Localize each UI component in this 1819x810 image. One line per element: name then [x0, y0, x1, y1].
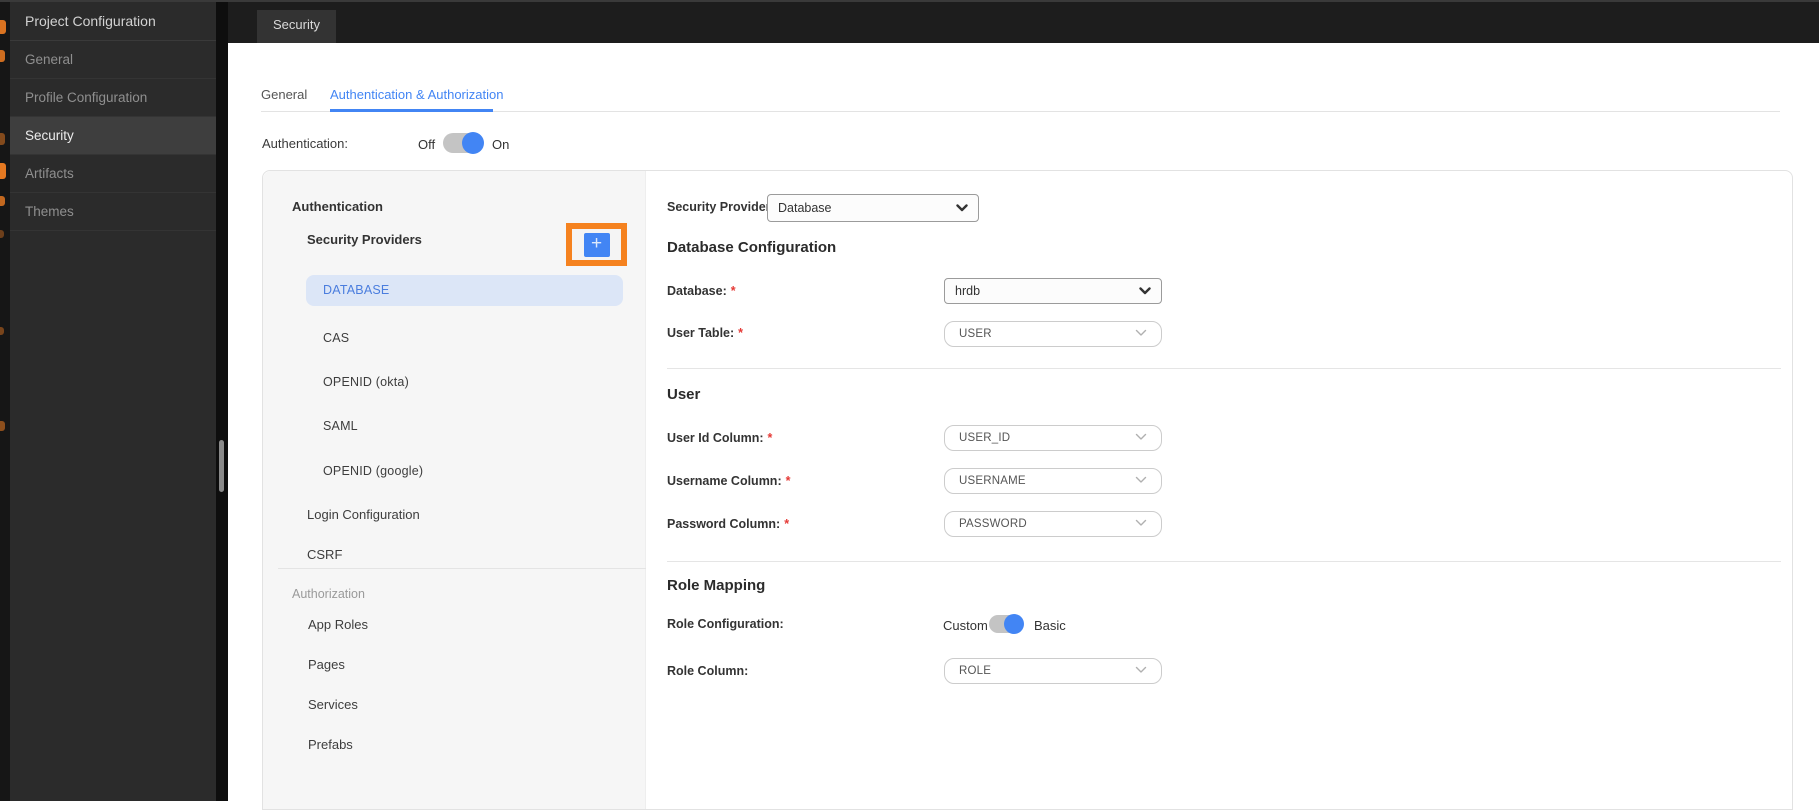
nav-app-roles[interactable]: App Roles — [308, 617, 368, 632]
database-label-text: Database: — [667, 284, 727, 298]
sidebar-item-artifacts[interactable]: Artifacts — [10, 155, 216, 193]
chevron-down-icon — [1135, 432, 1147, 444]
password-column-select[interactable]: PASSWORD — [944, 511, 1162, 537]
role-column-select[interactable]: ROLE — [944, 658, 1162, 684]
partial-icon — [0, 327, 4, 335]
required-asterisk: * — [784, 517, 790, 531]
user-id-column-label: User Id Column: * — [667, 431, 772, 445]
chevron-down-icon — [1135, 328, 1147, 340]
database-value: hrdb — [955, 284, 981, 298]
required-asterisk: * — [738, 326, 744, 340]
nav-provider-openid-google[interactable]: OPENID (google) — [306, 456, 623, 487]
left-edge-toolbar-strip — [0, 0, 10, 801]
role-toggle-custom-label: Custom — [943, 618, 988, 633]
sidebar-item-security[interactable]: Security — [10, 117, 216, 155]
user-table-label: User Table: * — [667, 326, 743, 340]
user-heading: User — [667, 386, 701, 403]
toggle-off-label: Off — [418, 137, 436, 152]
database-label: Database: * — [667, 284, 736, 298]
password-column-label: Password Column: * — [667, 517, 789, 531]
security-provider-value: Database — [778, 201, 832, 215]
active-tab-underline — [330, 109, 493, 112]
sidebar-title: Project Configuration — [10, 0, 216, 41]
role-column-label: Role Column: — [667, 664, 749, 678]
toggle-knob — [1004, 614, 1024, 634]
required-asterisk: * — [785, 474, 791, 488]
authentication-toggle[interactable] — [443, 132, 484, 154]
role-column-value: ROLE — [959, 665, 992, 677]
tab-general[interactable]: General — [261, 87, 307, 102]
role-configuration-label: Role Configuration: — [667, 617, 784, 631]
nav-divider — [278, 568, 646, 569]
partial-icon — [0, 230, 4, 238]
partial-icon — [0, 20, 6, 34]
partial-icon — [0, 133, 5, 145]
security-nav-panel: Authentication Security Providers + DATA… — [263, 171, 646, 809]
username-label-text: Username Column: — [667, 474, 782, 488]
sidebar-item-profile-configuration[interactable]: Profile Configuration — [10, 79, 216, 117]
required-asterisk: * — [767, 431, 773, 445]
required-asterisk: * — [730, 284, 736, 298]
chevron-down-icon — [956, 201, 968, 215]
partial-icon — [0, 421, 5, 431]
chevron-down-icon — [1135, 665, 1147, 677]
nav-csrf[interactable]: CSRF — [307, 547, 342, 562]
role-toggle-basic-label: Basic — [1034, 618, 1066, 633]
username-column-select[interactable]: USERNAME — [944, 468, 1162, 494]
add-security-provider-button[interactable]: + — [566, 223, 627, 266]
partial-icon — [0, 50, 5, 62]
window-top-border — [0, 0, 1819, 2]
topbar-tab-security[interactable]: Security — [257, 10, 336, 43]
user-table-value: USER — [959, 328, 992, 340]
username-column-label: Username Column: * — [667, 474, 790, 488]
partial-icon — [0, 163, 6, 179]
partial-icon — [0, 196, 5, 206]
nav-provider-openid-okta[interactable]: OPENID (okta) — [306, 367, 623, 398]
top-bar: Security — [228, 0, 1819, 43]
sidebar-scrollbar-thumb[interactable] — [219, 440, 224, 492]
toggle-on-label: On — [492, 137, 510, 152]
nav-prefabs[interactable]: Prefabs — [308, 737, 353, 752]
nav-section-authentication: Authentication — [292, 199, 383, 214]
nav-provider-saml[interactable]: SAML — [306, 411, 623, 442]
user-id-column-value: USER_ID — [959, 432, 1011, 444]
database-configuration-heading: Database Configuration — [667, 239, 837, 256]
sidebar-scrollbar-track — [216, 0, 228, 801]
nav-login-configuration[interactable]: Login Configuration — [307, 507, 420, 522]
chevron-down-icon — [1139, 284, 1151, 298]
database-select[interactable]: hrdb — [944, 278, 1162, 304]
nav-security-providers-label: Security Providers — [307, 232, 422, 247]
username-column-value: USERNAME — [959, 475, 1026, 487]
role-mapping-heading: Role Mapping — [667, 577, 766, 594]
user-id-label-text: User Id Column: — [667, 431, 764, 445]
authentication-label: Authentication: — [262, 136, 349, 151]
user-id-column-select[interactable]: USER_ID — [944, 425, 1162, 451]
user-table-label-text: User Table: — [667, 326, 735, 340]
role-configuration-toggle[interactable] — [989, 614, 1024, 634]
section-divider — [667, 561, 1781, 562]
security-settings-panel: Authentication Security Providers + DATA… — [262, 170, 1793, 810]
user-table-select[interactable]: USER — [944, 321, 1162, 347]
toggle-knob — [462, 132, 484, 154]
nav-pages[interactable]: Pages — [308, 657, 345, 672]
sidebar-item-general[interactable]: General — [10, 41, 216, 79]
sidebar-item-themes[interactable]: Themes — [10, 193, 216, 231]
nav-provider-cas[interactable]: CAS — [306, 323, 623, 354]
security-provider-select[interactable]: Database — [767, 194, 979, 222]
section-divider — [667, 368, 1781, 369]
chevron-down-icon — [1135, 518, 1147, 530]
nav-services[interactable]: Services — [308, 697, 358, 712]
password-column-value: PASSWORD — [959, 518, 1027, 530]
plus-icon: + — [583, 232, 610, 257]
security-provider-label: Security Provider — [667, 200, 771, 214]
tab-authentication-authorization[interactable]: Authentication & Authorization — [330, 87, 503, 102]
nav-section-authorization: Authorization — [292, 587, 365, 601]
nav-provider-database[interactable]: DATABASE — [306, 275, 623, 306]
project-configuration-sidebar: Project Configuration General Profile Co… — [10, 0, 216, 801]
chevron-down-icon — [1135, 475, 1147, 487]
password-label-text: Password Column: — [667, 517, 781, 531]
